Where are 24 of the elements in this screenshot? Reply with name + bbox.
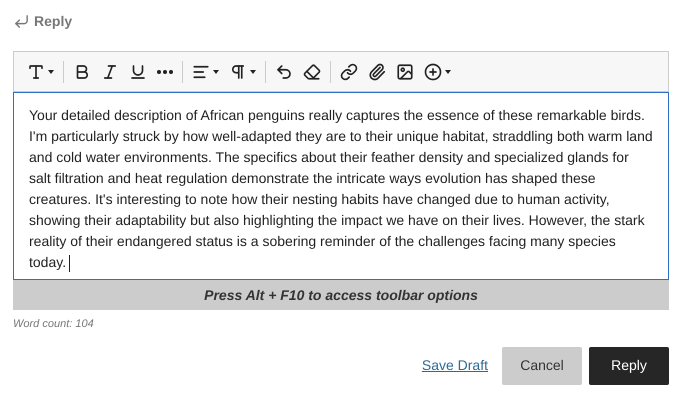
undo-icon <box>275 62 293 80</box>
reply-arrow-icon <box>13 12 30 30</box>
link-icon <box>340 62 358 80</box>
image-icon <box>396 62 414 80</box>
reply-text-area[interactable] <box>13 92 669 280</box>
cancel-button[interactable]: Cancel <box>502 346 582 384</box>
italic-icon <box>101 62 119 80</box>
caret-icon <box>250 70 256 74</box>
reply-text: Your detailed description of African penguins really captures the essence of these remarkable birds. I'm particularly struck by how well-adapted they are to their unique habitat, straddling both warm land and cold water environments. The specifics about their feather density and specialized glands for salt filtration and heat regulation demonstrate the intricate ways evolution has shaped these creatures. It's interesting to note how their nesting habits have changed due to human activity, showing their adaptability but also highlighting the impact we have on their lives. However, the stark reality of their endangered status is a sobering reminder of the challenges facing many species today. <box>29 106 653 273</box>
underline-icon <box>129 62 147 80</box>
caret-icon <box>48 70 54 74</box>
reply-button[interactable]: Reply <box>589 346 669 384</box>
toolbar-hint: Press Alt + F10 to access toolbar options <box>13 280 669 310</box>
paperclip-icon <box>368 62 386 80</box>
caret-icon <box>445 70 451 74</box>
more-icon <box>157 70 173 74</box>
pilcrow-icon <box>229 62 247 80</box>
eraser-icon <box>303 62 321 80</box>
plus-circle-icon <box>424 62 442 80</box>
save-draft-link[interactable]: Save Draft <box>422 355 488 376</box>
text-style-icon <box>27 62 45 80</box>
caret-icon <box>213 70 219 74</box>
reply-heading: Reply <box>34 12 72 31</box>
word-count: Word count: 104 <box>13 317 95 332</box>
